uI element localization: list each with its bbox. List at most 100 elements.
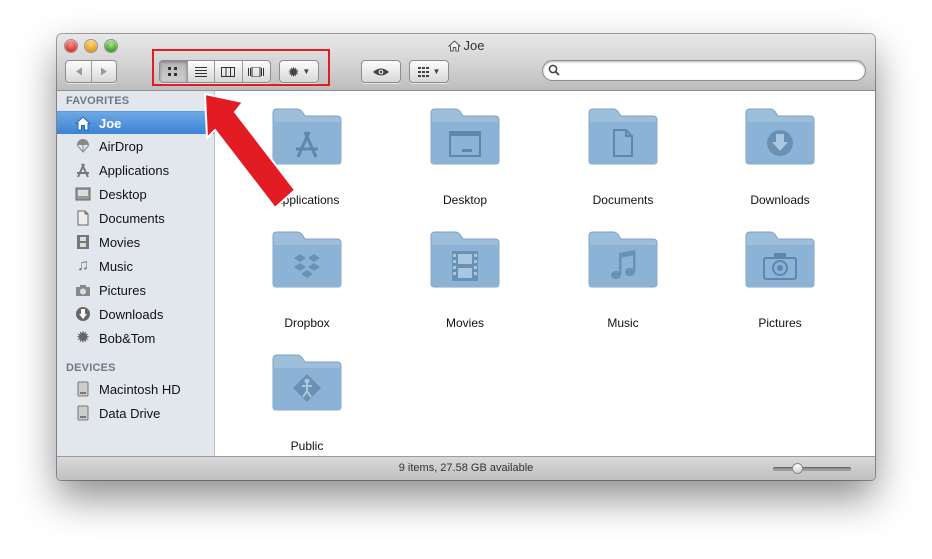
search-field[interactable] xyxy=(542,60,866,81)
quick-look-button[interactable] xyxy=(361,60,401,83)
action-menu[interactable]: ✹ ▼ xyxy=(279,60,319,83)
coverflow-view-button[interactable] xyxy=(243,61,270,82)
title-bar: Joe ✹ ▼ ▼ xyxy=(57,34,875,91)
column-view-icon xyxy=(221,66,236,77)
coverflow-view-icon xyxy=(248,66,265,77)
home-icon xyxy=(447,40,461,55)
sidebar-item-airdrop[interactable]: AirDrop xyxy=(57,135,214,157)
home-icon xyxy=(74,114,92,132)
finder-window: Joe ✹ ▼ ▼ FAVORITES Joe AirDrop Applicat… xyxy=(57,34,875,480)
folder-pictures[interactable]: Pictures xyxy=(720,230,840,340)
sidebar-item-downloads[interactable]: Downloads xyxy=(57,303,214,325)
favorites-heading: FAVORITES xyxy=(66,95,130,107)
folder-desktop[interactable]: Desktop xyxy=(405,107,525,217)
sidebar-item-label: Music xyxy=(99,258,133,274)
forward-button[interactable] xyxy=(92,61,116,82)
desktop-icon xyxy=(74,185,92,203)
folder-documents[interactable]: Documents xyxy=(563,107,683,217)
back-arrow-icon xyxy=(75,67,82,76)
folder-public[interactable]: Public xyxy=(247,353,367,463)
sidebar-item-label: AirDrop xyxy=(99,138,144,154)
airdrop-icon xyxy=(74,137,92,155)
download-icon xyxy=(767,130,793,156)
folder-label: Movies xyxy=(445,316,484,330)
sidebar-item-label: Bob&Tom xyxy=(99,330,156,346)
hard-drive-icon xyxy=(74,404,92,422)
applications-icon xyxy=(74,161,92,179)
devices-heading: DEVICES xyxy=(66,362,116,374)
search-input[interactable] xyxy=(563,62,857,80)
slider-knob[interactable] xyxy=(791,463,803,474)
list-view-button[interactable] xyxy=(188,61,215,82)
icon-view-icon xyxy=(168,66,178,76)
folder-label: Public xyxy=(290,439,324,453)
chevron-down-icon: ▼ xyxy=(302,67,311,76)
status-text: 9 items, 27.58 GB available xyxy=(398,462,534,474)
gear-icon: ✹ xyxy=(287,63,300,80)
folder-music[interactable]: Music xyxy=(563,230,683,340)
arrange-menu[interactable]: ▼ xyxy=(409,60,449,83)
camera-icon xyxy=(74,281,92,299)
arrange-icon xyxy=(417,66,429,77)
back-forward-control xyxy=(65,60,117,83)
sidebar: FAVORITES Joe AirDrop Applications Deskt… xyxy=(57,91,215,457)
sidebar-item-macintosh-hd[interactable]: Macintosh HD xyxy=(57,378,214,400)
forward-arrow-icon xyxy=(101,67,107,76)
folder-label: Dropbox xyxy=(284,316,330,330)
download-icon xyxy=(74,305,92,323)
document-icon xyxy=(74,209,92,227)
film-icon xyxy=(74,233,92,251)
sidebar-item-music[interactable]: ♫ Music xyxy=(57,255,214,277)
hard-drive-icon xyxy=(74,380,92,398)
sidebar-item-label: Macintosh HD xyxy=(99,381,181,397)
folder-label: Downloads xyxy=(750,193,810,207)
applications-icon xyxy=(296,131,318,158)
icon-view-button[interactable] xyxy=(160,61,188,82)
folder-downloads[interactable]: Downloads xyxy=(720,107,840,217)
folder-applications[interactable]: Applications xyxy=(247,107,367,217)
film-icon xyxy=(452,251,478,281)
window-title-text: Joe xyxy=(463,38,485,53)
desktop-icon xyxy=(449,131,481,157)
gear-icon: ✹ xyxy=(75,328,91,347)
sidebar-item-label: Desktop xyxy=(99,186,147,202)
sidebar-item-documents[interactable]: Documents xyxy=(57,207,214,229)
music-note-icon xyxy=(611,250,636,279)
sidebar-item-label: Downloads xyxy=(99,306,164,322)
search-icon xyxy=(548,64,560,76)
sidebar-item-label: Pictures xyxy=(99,282,146,298)
folder-dropbox[interactable]: Dropbox xyxy=(247,230,367,340)
folder-movies[interactable]: Movies xyxy=(405,230,525,340)
folder-label: Applications xyxy=(274,193,340,207)
list-view-icon xyxy=(194,66,207,77)
folder-label: Documents xyxy=(592,193,654,207)
folder-label: Music xyxy=(607,316,639,330)
folder-label: Pictures xyxy=(758,316,802,330)
public-icon xyxy=(293,374,321,402)
sidebar-item-label: Documents xyxy=(99,210,165,226)
sidebar-item-pictures[interactable]: Pictures xyxy=(57,279,214,301)
back-button[interactable] xyxy=(66,61,92,82)
file-browser: Applications Desktop Documents Downloads… xyxy=(215,91,875,457)
sidebar-item-desktop[interactable]: Desktop xyxy=(57,183,214,205)
dropbox-icon xyxy=(294,254,320,278)
view-mode-control xyxy=(159,60,271,83)
window-title: Joe xyxy=(57,38,875,55)
camera-icon xyxy=(763,253,797,280)
sidebar-item-label: Movies xyxy=(99,234,141,250)
chevron-down-icon: ▼ xyxy=(432,67,441,76)
folder-label: Desktop xyxy=(442,193,488,207)
action-button[interactable]: ✹ ▼ xyxy=(280,61,318,82)
icon-size-slider[interactable] xyxy=(773,463,851,474)
sidebar-item-label: Data Drive xyxy=(99,405,161,421)
sidebar-item-data-drive[interactable]: Data Drive xyxy=(57,402,214,424)
eye-icon xyxy=(373,68,389,75)
sidebar-item-bob-and-tom[interactable]: ✹ Bob&Tom xyxy=(57,327,214,349)
sidebar-item-joe[interactable]: Joe xyxy=(57,111,214,134)
music-note-icon: ♫ xyxy=(77,257,89,274)
sidebar-item-applications[interactable]: Applications xyxy=(57,159,214,181)
column-view-button[interactable] xyxy=(215,61,243,82)
status-bar: 9 items, 27.58 GB available xyxy=(57,456,875,480)
sidebar-item-movies[interactable]: Movies xyxy=(57,231,214,253)
sidebar-item-label: Joe xyxy=(99,115,122,131)
